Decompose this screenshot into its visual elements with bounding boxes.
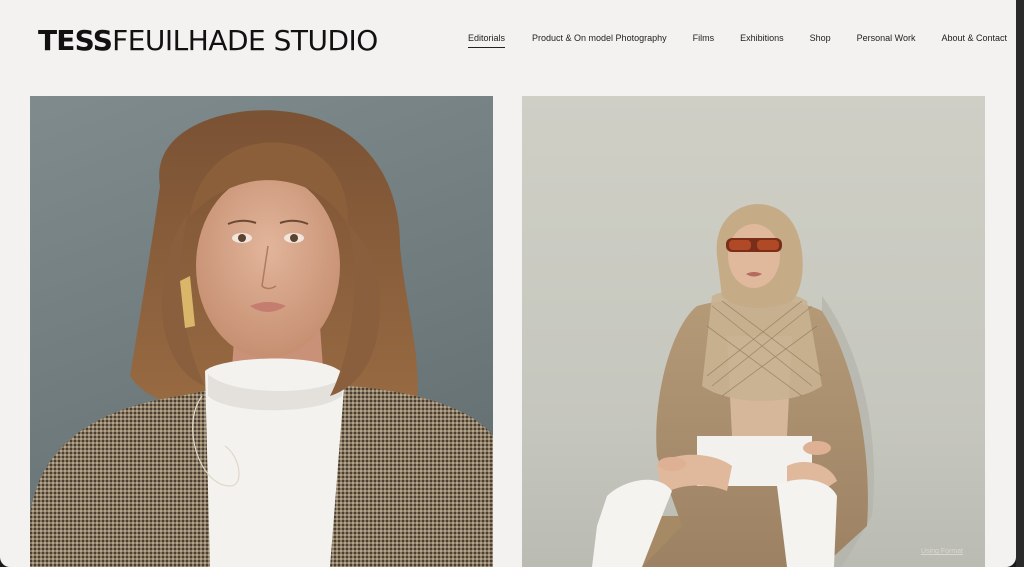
logo-bold-text: TESS xyxy=(38,24,113,57)
gallery-photo-right[interactable]: Using Format xyxy=(522,96,985,567)
logo-light-text: FEUILHADE STUDIO xyxy=(112,24,378,57)
fashion-photo-illustration xyxy=(592,204,874,567)
main-nav: Editorials Product & On model Photograph… xyxy=(468,33,1008,48)
nav-item-editorials[interactable]: Editorials xyxy=(468,33,506,48)
window-scrollbar[interactable] xyxy=(1016,0,1024,567)
nav-item-about-contact[interactable]: About & Contact xyxy=(942,33,1008,47)
nav-item-product-photography[interactable]: Product & On model Photography xyxy=(532,33,667,47)
using-format-link[interactable]: Using Format xyxy=(921,548,963,555)
portrait-photo-illustration xyxy=(30,110,493,567)
nav-item-films[interactable]: Films xyxy=(693,33,715,47)
gallery-photo-left[interactable] xyxy=(30,96,493,567)
nav-item-shop[interactable]: Shop xyxy=(810,33,831,47)
nav-item-exhibitions[interactable]: Exhibitions xyxy=(740,33,784,47)
page-frame: TESSFEUILHADE STUDIO Editorials Product … xyxy=(0,0,1016,567)
nav-item-personal-work[interactable]: Personal Work xyxy=(857,33,916,47)
site-logo[interactable]: TESSFEUILHADE STUDIO xyxy=(38,27,378,55)
